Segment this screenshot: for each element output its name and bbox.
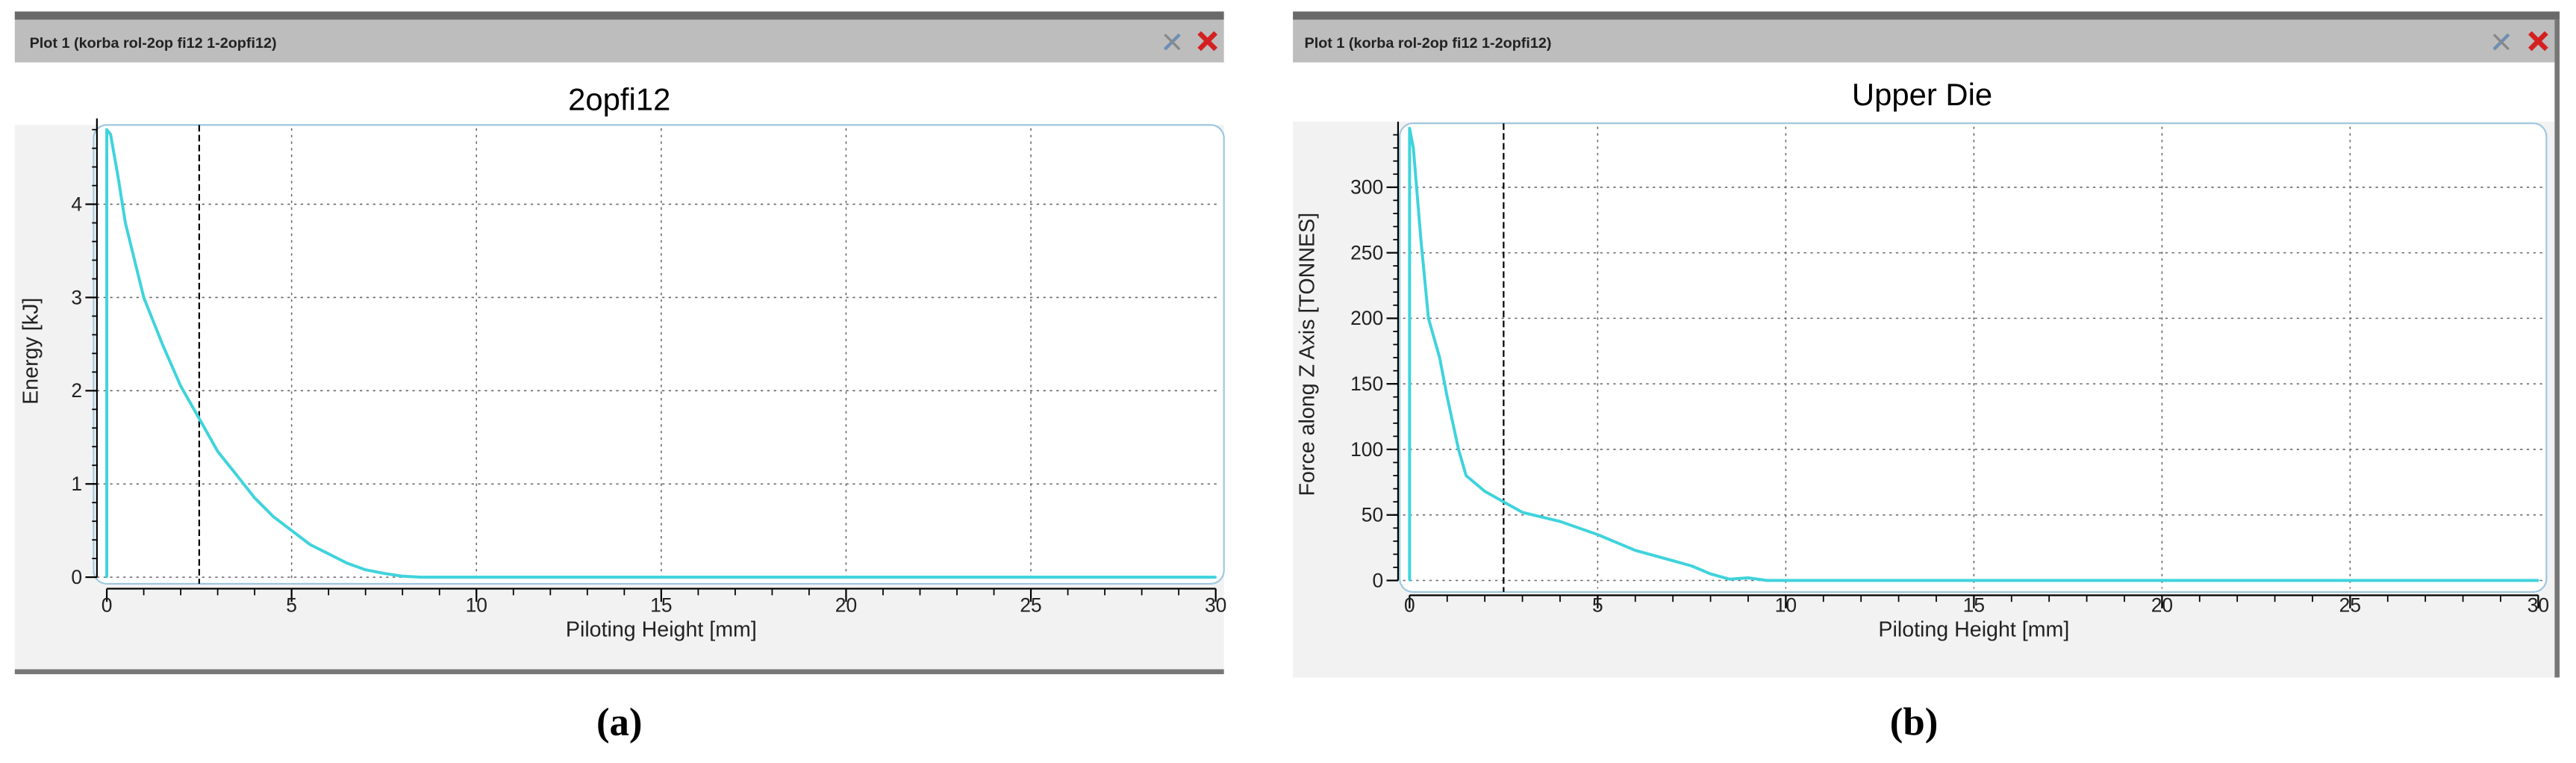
x-tick-label: 5 [1592, 594, 1603, 616]
caption-a: (a) [596, 701, 643, 744]
data-point [124, 222, 127, 224]
y-tick-label: 250 [1350, 241, 1383, 264]
data-point [401, 575, 404, 578]
y-tick-label: 0 [71, 566, 82, 588]
chart-title: Upper Die [1852, 77, 1992, 112]
x-axis-label: Piloting Height [mm] [566, 617, 757, 641]
data-point [1559, 520, 1562, 523]
data-point [105, 576, 108, 579]
x-tick-label: 5 [286, 594, 297, 616]
data-point [105, 128, 108, 131]
data-point [272, 515, 275, 518]
data-point [253, 496, 256, 499]
window-top-strip [14, 11, 1224, 20]
figure: Plot 1 (korba rol-2op fi12 1-2opfi12) 2o… [14, 11, 2560, 744]
y-tick-label: 2 [71, 379, 82, 402]
window-top-strip [1293, 11, 2560, 20]
data-point [109, 133, 112, 136]
data-point [143, 296, 145, 299]
data-point [116, 175, 119, 178]
y-axis-label: Force along Z Axis [TONNES] [1296, 213, 1320, 496]
data-point [1438, 356, 1441, 359]
x-tick-label: 25 [2339, 594, 2361, 616]
data-point [1634, 549, 1637, 552]
data-point [364, 568, 367, 571]
x-tick-label: 25 [1020, 594, 1041, 616]
y-tick-label: 200 [1350, 307, 1383, 329]
data-point [1427, 317, 1429, 320]
chart-a: 2opfi12 0 1 2 3 4 Energy [kJ] 0 5 10 15 20 25 30 Pilot… [19, 82, 1227, 642]
chart-title: 2opfi12 [568, 82, 670, 117]
data-point [1671, 559, 1674, 562]
data-point [161, 343, 163, 346]
x-tick-label: 15 [650, 594, 672, 616]
x-tick-label: 20 [835, 594, 857, 616]
y-tick-label: 3 [71, 286, 82, 308]
data-point [1747, 576, 1750, 579]
caption-b: (b) [1890, 701, 1939, 744]
data-point [179, 384, 182, 387]
window-title: Plot 1 (korba rol-2op fi12 1-2opfi12) [1305, 35, 1552, 52]
data-point [290, 529, 293, 532]
y-tick-label: 100 [1350, 438, 1383, 461]
x-tick-label: 30 [2527, 594, 2549, 616]
data-point [309, 544, 311, 546]
y-tick-label: 150 [1350, 373, 1383, 395]
y-tick-label: 50 [1362, 504, 1383, 526]
data-point [1409, 127, 1411, 130]
x-tick-label: 10 [1775, 594, 1797, 616]
data-point [235, 473, 237, 476]
data-point [420, 576, 422, 579]
plot-area-frame [1399, 122, 2548, 594]
x-tick-label: 15 [1963, 594, 1985, 616]
data-point [1728, 578, 1731, 581]
y-tick-label: 1 [71, 473, 82, 495]
data-point [1597, 533, 1599, 536]
plot-window-a: Plot 1 (korba rol-2op fi12 1-2opfi12) 2o… [14, 11, 1227, 744]
x-tick-label: 0 [102, 594, 113, 616]
data-point [1420, 238, 1422, 241]
x-tick-label: 0 [1404, 594, 1415, 616]
x-tick-label: 20 [2151, 594, 2173, 616]
data-point [1709, 573, 1712, 576]
data-point [198, 417, 201, 420]
plot-area-frame [93, 124, 1225, 585]
y-tick-label: 4 [71, 193, 82, 215]
data-point [216, 450, 219, 452]
window-title: Plot 1 (korba rol-2op fi12 1-2opfi12) [30, 35, 277, 52]
data-point [1521, 511, 1524, 514]
x-tick-label: 10 [466, 594, 487, 616]
data-point [327, 552, 330, 555]
data-point [1214, 576, 1217, 579]
data-point [1412, 146, 1415, 149]
plot-window-b: Plot 1 (korba rol-2op fi12 1-2opfi12) Up… [1293, 11, 2560, 744]
data-point [1483, 490, 1486, 493]
y-tick-label: 300 [1350, 176, 1383, 199]
data-point [346, 562, 349, 564]
data-point [2537, 579, 2539, 582]
data-point [1465, 474, 1468, 477]
data-point [1503, 500, 1505, 503]
chart-b: Upper Die050100150200250300Force along Z… [1296, 77, 2549, 641]
x-axis-label: Piloting Height [mm] [1878, 617, 2069, 641]
y-axis-label: Energy [kJ] [19, 298, 43, 405]
data-point [1691, 564, 1693, 567]
data-point [1409, 579, 1411, 582]
data-point [1765, 579, 1768, 582]
data-point [383, 572, 385, 575]
x-tick-label: 30 [1205, 594, 1226, 616]
data-point [1446, 396, 1449, 399]
data-point [1457, 448, 1460, 451]
y-tick-label: 0 [1372, 569, 1383, 591]
